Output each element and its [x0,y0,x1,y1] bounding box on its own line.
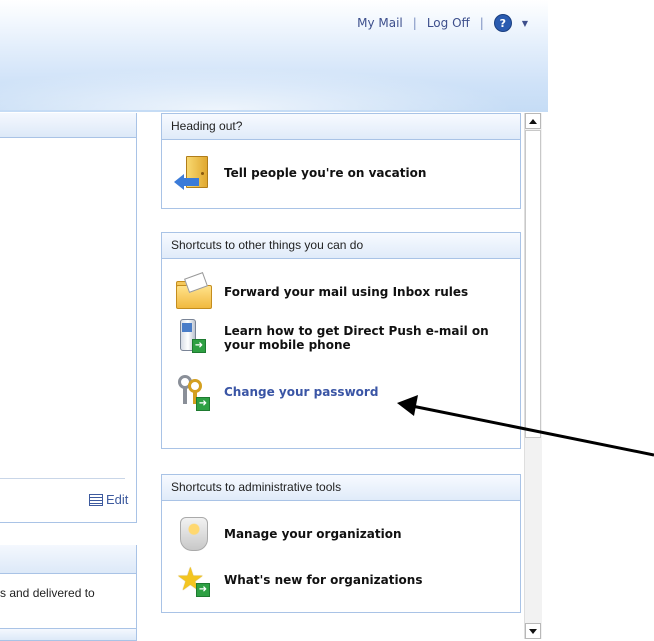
organization-icon [174,515,212,553]
direct-push-label: Learn how to get Direct Push e-mail on y… [224,324,489,352]
separator: | [412,16,417,30]
whats-new-label: What's new for organizations [224,573,423,587]
forward-folder-icon [174,272,212,311]
left-panel-lower-header [0,545,136,574]
change-password-item[interactable]: ➜ Change your password [174,373,378,411]
left-panel-header [0,113,136,138]
arrow-up-icon [529,118,537,124]
arrow-down-icon [529,628,537,634]
manage-org-item[interactable]: Manage your organization [174,515,402,553]
vacation-label: Tell people you're on vacation [224,166,427,180]
question-icon[interactable]: ? [493,14,512,32]
left-panel [0,113,137,523]
my-mail-link[interactable]: My Mail [357,16,403,30]
left-panel-text: s and delivered to [0,586,95,600]
left-panel-bottom-header [0,628,136,640]
edit-label: Edit [106,492,129,507]
forward-mail-item[interactable]: Forward your mail using Inbox rules [174,272,469,311]
edit-button[interactable]: Edit [89,492,128,507]
direct-push-item[interactable]: ➜ Learn how to get Direct Push e-mail on… [174,319,489,357]
vacation-item[interactable]: Tell people you're on vacation [174,154,426,192]
keys-icon: ➜ [174,373,212,411]
forward-mail-label: Forward your mail using Inbox rules [224,285,469,299]
admin-tools-panel: Shortcuts to administrative tools Manage… [161,474,521,613]
scroll-thumb[interactable] [525,130,541,438]
log-off-link[interactable]: Log Off [427,16,470,30]
header-swoosh [0,30,548,110]
whats-new-item[interactable]: ★ ➜ What's new for organizations [174,561,422,599]
scroll-up-button[interactable] [525,113,541,129]
change-password-link[interactable]: Change your password [224,385,378,399]
list-icon [89,493,103,506]
panel-title: Shortcuts to administrative tools [162,475,520,501]
scroll-down-button[interactable] [525,623,541,639]
star-icon: ★ ➜ [174,561,212,599]
panel-title: Heading out? [162,114,520,140]
direct-push-line1: Learn how to get Direct Push e-mail on [224,324,489,338]
heading-out-panel: Heading out? Tell people you're on vacat… [161,113,521,209]
vacation-door-icon [174,154,212,192]
manage-org-label: Manage your organization [224,527,402,541]
divider [0,478,125,479]
mobile-phone-icon: ➜ [174,319,212,357]
caret-down-icon[interactable]: ▼ [522,19,528,28]
shortcuts-panel: Shortcuts to other things you can do For… [161,232,521,449]
vertical-scrollbar[interactable] [524,113,542,639]
separator: | [479,16,484,30]
direct-push-line2: your mobile phone [224,338,351,352]
panel-title: Shortcuts to other things you can do [162,233,520,259]
top-links: My Mail | Log Off | ? ▼ [357,14,528,32]
